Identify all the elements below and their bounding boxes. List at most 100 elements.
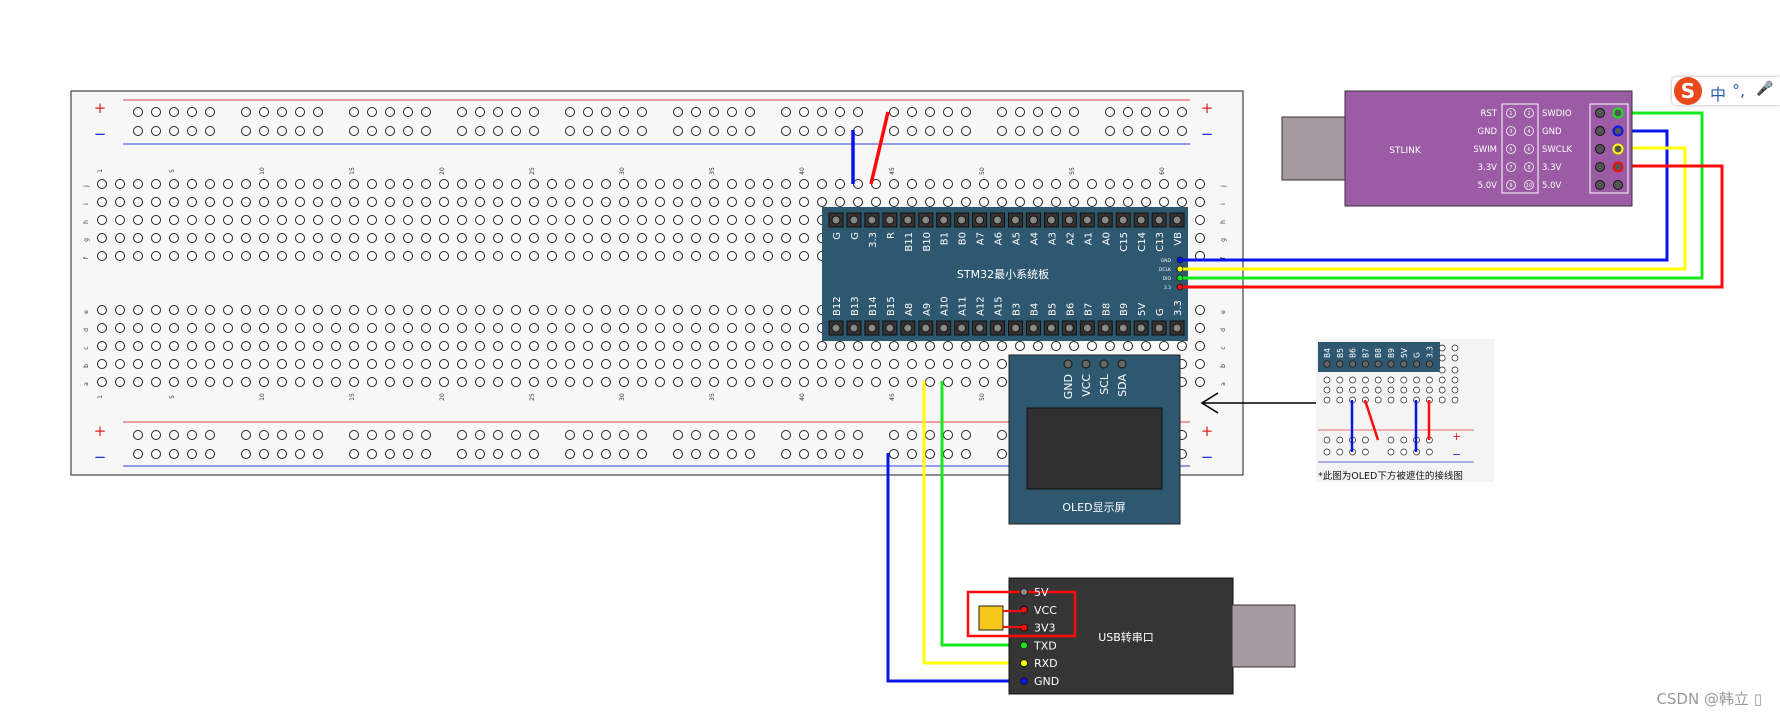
- breadboard-hole: [583, 233, 593, 243]
- breadboard-hole: [493, 251, 503, 261]
- stm32-top-pin-label: A6: [994, 232, 1005, 245]
- breadboard-hole: [691, 305, 701, 315]
- breadboard-hole: [565, 323, 575, 333]
- rail-hole: [817, 107, 827, 117]
- breadboard-hole: [727, 233, 737, 243]
- rail-hole: [1159, 107, 1169, 117]
- breadboard-hole: [547, 215, 557, 225]
- breadboard-hole: [529, 179, 539, 189]
- microphone-icon[interactable]: 🎤: [1756, 81, 1773, 97]
- rail-hole: [907, 107, 917, 117]
- inset-caption: *此图为OLED下方被遮住的接线图: [1318, 470, 1463, 482]
- rail-hole: [187, 430, 197, 440]
- rail-hole: [349, 107, 359, 117]
- rail-hole: [925, 107, 935, 117]
- inset-rail-hole: [1336, 436, 1344, 444]
- stm32-top-pin: [1082, 215, 1092, 225]
- breadboard-hole: [853, 179, 863, 189]
- rail-hole: [835, 449, 845, 459]
- breadboard-hole: [313, 305, 323, 315]
- breadboard-hole: [493, 359, 503, 369]
- inset-pin-label: G: [1413, 352, 1422, 358]
- breadboard-hole: [223, 197, 233, 207]
- stm32-bottom-pin: [1154, 323, 1164, 333]
- oled-pin: [1081, 359, 1091, 369]
- breadboard-hole: [313, 215, 323, 225]
- breadboard-hole: [565, 377, 575, 387]
- breadboard-hole: [259, 197, 269, 207]
- breadboard-hole: [601, 323, 611, 333]
- breadboard-hole: [457, 251, 467, 261]
- rail-hole: [529, 107, 539, 117]
- stm32-top-pin: [1046, 215, 1056, 225]
- breadboard-hole: [601, 377, 611, 387]
- rail-hole: [943, 430, 953, 440]
- rail-hole: [1051, 126, 1061, 136]
- stlink-pin-number: 9: [1509, 183, 1512, 189]
- breadboard-hole: [1123, 341, 1133, 351]
- breadboard-hole: [835, 197, 845, 207]
- breadboard-hole: [781, 215, 791, 225]
- punctuation-toggle[interactable]: °,: [1732, 81, 1745, 100]
- breadboard-hole: [367, 233, 377, 243]
- breadboard-hole: [223, 323, 233, 333]
- breadboard-hole: [583, 251, 593, 261]
- breadboard-hole: [295, 305, 305, 315]
- breadboard-hole: [277, 377, 287, 387]
- breadboard-hole: [385, 305, 395, 315]
- breadboard-hole: [583, 197, 593, 207]
- breadboard-hole: [637, 233, 647, 243]
- rail-hole: [277, 126, 287, 136]
- breadboard-hole: [1033, 197, 1043, 207]
- rail-hole: [583, 107, 593, 117]
- inset-pin-label: B4: [1323, 348, 1332, 358]
- stm32-bottom-pin: [1082, 323, 1092, 333]
- rail-hole: [493, 430, 503, 440]
- breadboard-hole: [655, 197, 665, 207]
- inset-pin: [1425, 360, 1433, 368]
- breadboard-hole: [133, 305, 143, 315]
- rail-hole: [151, 449, 161, 459]
- breadboard-hole: [1195, 359, 1205, 369]
- inset-rail-hole: [1362, 448, 1369, 456]
- inset-hole: [1336, 376, 1344, 384]
- breadboard-hole: [475, 215, 485, 225]
- breadboard-hole: [799, 305, 809, 315]
- breadboard-hole: [241, 305, 251, 315]
- breadboard-hole: [313, 179, 323, 189]
- stlink-plug: [1281, 116, 1347, 181]
- rail-hole: [1177, 126, 1187, 136]
- row-letter: j: [1220, 185, 1227, 188]
- breadboard-hole: [385, 341, 395, 351]
- breadboard-hole: [295, 359, 305, 369]
- row-letter: g: [1220, 238, 1227, 242]
- breadboard-hole: [745, 341, 755, 351]
- language-toggle[interactable]: 中: [1710, 81, 1726, 105]
- breadboard-hole: [277, 359, 287, 369]
- breadboard-hole: [1195, 323, 1205, 333]
- breadboard-hole: [403, 197, 413, 207]
- breadboard-hole: [583, 359, 593, 369]
- inset-pin: [1361, 360, 1369, 368]
- breadboard-hole: [403, 359, 413, 369]
- rail-hole: [511, 126, 521, 136]
- ime-toolbar[interactable]: S 中 °, 🎤: [1672, 77, 1780, 105]
- breadboard-hole: [457, 197, 467, 207]
- rail-hole: [781, 430, 791, 440]
- rail-hole: [259, 126, 269, 136]
- breadboard-hole: [511, 197, 521, 207]
- sogou-logo-icon[interactable]: S: [1674, 77, 1702, 105]
- breadboard-hole: [457, 377, 467, 387]
- breadboard-hole: [709, 341, 719, 351]
- breadboard-hole: [565, 215, 575, 225]
- rail-hole: [709, 430, 719, 440]
- breadboard-hole: [277, 305, 287, 315]
- breadboard-hole: [547, 179, 557, 189]
- breadboard-hole: [151, 323, 161, 333]
- breadboard-hole: [457, 233, 467, 243]
- breadboard-hole: [349, 215, 359, 225]
- breadboard-hole: [979, 377, 989, 387]
- column-number-top: 30: [619, 167, 626, 175]
- inset-rail-hole: [1323, 436, 1331, 444]
- breadboard-hole: [133, 341, 143, 351]
